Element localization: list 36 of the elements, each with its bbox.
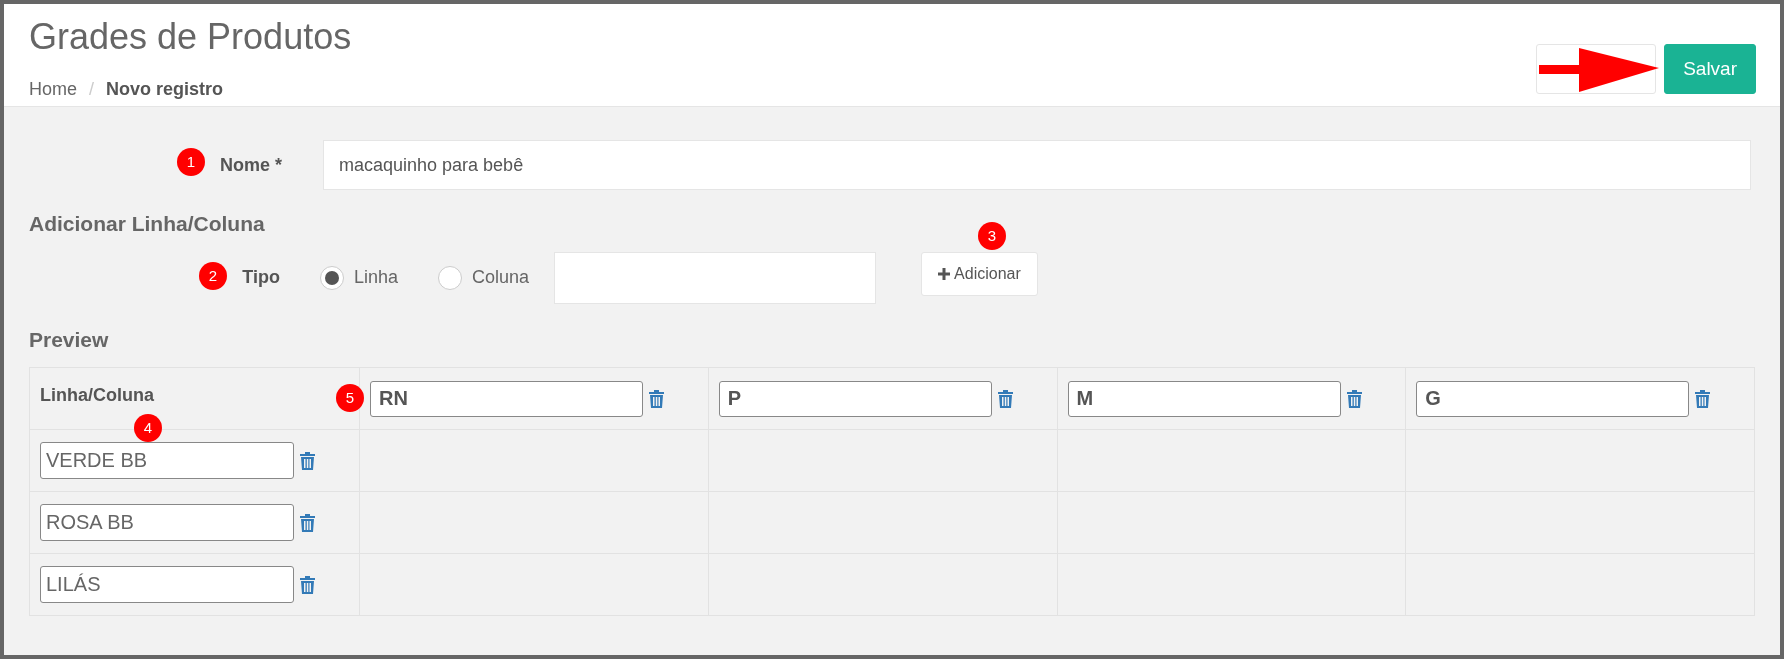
number-badge: 5 <box>336 384 364 412</box>
column-input[interactable]: M <box>1067 380 1341 417</box>
number-badge: 2 <box>199 262 227 290</box>
number-badge: 4 <box>134 414 162 442</box>
radio-button[interactable] <box>438 265 463 290</box>
column-input[interactable]: RN <box>370 380 643 417</box>
trash-icon[interactable] <box>1346 389 1362 408</box>
row-input[interactable]: LILÁS <box>40 566 294 603</box>
name-input[interactable]: macaquinho para bebê <box>323 140 1751 190</box>
row-input[interactable]: ROSA BB <box>40 504 294 541</box>
radio-button[interactable] <box>320 265 344 290</box>
field-label: Tipo <box>242 267 280 287</box>
breadcrumb-separator: / <box>89 78 95 101</box>
trash-icon[interactable] <box>997 389 1013 408</box>
column-input[interactable]: P <box>718 380 992 417</box>
column-header: Linha/Coluna <box>40 385 154 405</box>
radio-label: Linha <box>354 266 399 289</box>
radio-label: Coluna <box>472 266 530 289</box>
section-heading: Adicionar Linha/Coluna <box>29 211 265 237</box>
number-badge: 3 <box>978 222 1006 250</box>
add-button[interactable]: Adicionar <box>921 251 1038 296</box>
trash-icon[interactable] <box>649 389 664 408</box>
trash-icon[interactable] <box>300 451 315 470</box>
text-input[interactable] <box>554 251 877 304</box>
section-heading: Preview <box>29 326 109 353</box>
trash-icon[interactable] <box>1695 389 1711 408</box>
breadcrumb-link[interactable]: Home <box>29 76 77 103</box>
breadcrumb-current: Novo registro <box>106 78 224 101</box>
field-label: Nome * <box>220 154 282 175</box>
trash-icon[interactable] <box>300 575 315 594</box>
plus-icon <box>938 267 951 280</box>
trash-icon[interactable] <box>300 513 315 532</box>
number-badge: 1 <box>177 148 205 176</box>
row-input[interactable]: VERDE BB <box>40 442 294 479</box>
page-title: Grades de Produtos <box>29 15 352 59</box>
column-input[interactable]: G <box>1416 380 1690 417</box>
